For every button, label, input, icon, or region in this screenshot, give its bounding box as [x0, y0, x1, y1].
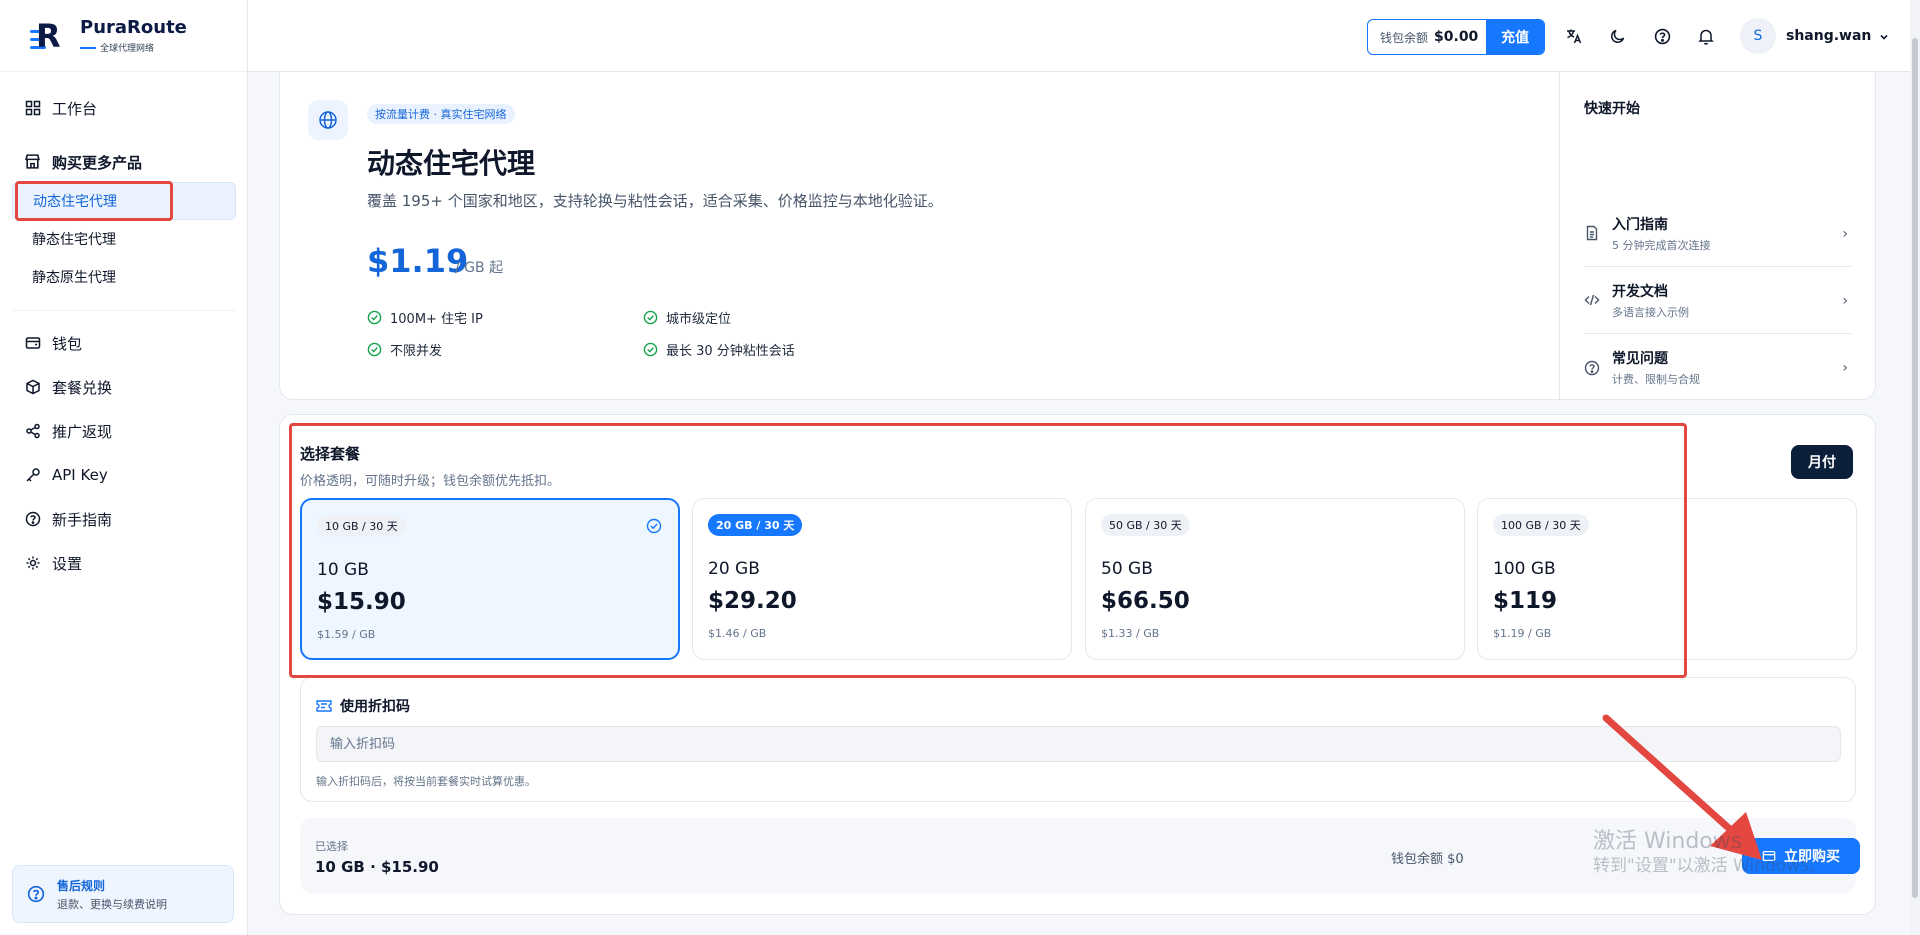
sidebar-item-api-key[interactable]: API Key — [12, 453, 235, 497]
product-overview-card: 按流量计费 · 真实住宅网络 动态住宅代理 覆盖 195+ 个国家和地区，支持轮… — [279, 72, 1876, 400]
gear-icon — [24, 554, 42, 572]
check-circle-icon — [643, 310, 658, 325]
page-title: 动态住宅代理 — [367, 147, 536, 180]
help-circle-icon — [1584, 360, 1600, 375]
quick-start-panel: 快速开始 入门指南 5 分钟完成首次连接 › 开发文档 多语言接入示例 › 常见… — [1559, 72, 1877, 400]
product-tag: 按流量计费 · 真实住宅网络 — [367, 104, 515, 124]
package-icon — [24, 378, 42, 396]
sidebar-item-label: 新手指南 — [52, 510, 113, 529]
support-desc: 退款、更换与续费说明 — [57, 897, 167, 911]
share-icon — [24, 422, 42, 440]
logo[interactable]: R PuraRoute 全球代理网络 — [0, 0, 247, 72]
code-icon — [1584, 294, 1600, 306]
sidebar-item-guide[interactable]: 新手指南 — [12, 497, 235, 541]
check-circle-icon — [643, 342, 658, 357]
quick-start-title: 快速开始 — [1584, 101, 1640, 117]
sidebar-item-label: 设置 — [52, 554, 83, 573]
sidebar-item-workbench[interactable]: 工作台 — [12, 86, 235, 130]
quick-start-item-docs[interactable]: 开发文档 多语言接入示例 › — [1584, 267, 1852, 334]
starting-price: $1.19 — [367, 242, 469, 280]
quick-start-item-faq[interactable]: 常见问题 计费、限制与合规 › — [1584, 334, 1852, 401]
translate-icon[interactable] — [1562, 24, 1586, 48]
summary-label: 已选择 — [315, 840, 348, 853]
user-menu[interactable]: S shang.wan — [1740, 18, 1889, 54]
coupon-hint: 输入折扣码后，将按当前套餐实时试算优惠。 — [316, 775, 536, 788]
annotation-highlight-sidebar — [15, 181, 173, 221]
annotation-highlight-plans — [289, 423, 1687, 678]
sidebar-item-wallet[interactable]: 钱包 — [12, 321, 235, 365]
feature-item: 不限并发 — [367, 340, 442, 359]
app-name: PuraRoute — [80, 17, 187, 38]
bell-icon[interactable] — [1694, 24, 1718, 48]
moon-icon[interactable] — [1606, 24, 1630, 48]
globe-icon — [308, 100, 348, 140]
key-icon — [24, 466, 42, 484]
summary-wallet-balance: 钱包余额 $0 — [1391, 852, 1464, 867]
username: shang.wan — [1786, 28, 1872, 44]
sidebar-item-label: 套餐兑换 — [52, 378, 113, 397]
chevron-down-icon — [1879, 27, 1889, 46]
avatar: S — [1740, 18, 1776, 54]
sidebar-divider — [12, 310, 235, 311]
feature-item: 最长 30 分钟粘性会话 — [643, 340, 795, 359]
scrollbar[interactable] — [1910, 0, 1920, 935]
sidebar-group-buy[interactable]: 购买更多产品 — [12, 142, 235, 182]
sidebar-group-label: 购买更多产品 — [52, 153, 143, 172]
feature-item: 城市级定位 — [643, 308, 731, 327]
windows-activation-watermark: 激活 Windows 转到"设置"以激活 Windows。 — [1593, 829, 1826, 877]
sidebar-item-redeem[interactable]: 套餐兑换 — [12, 365, 235, 409]
sidebar-item-static-native[interactable]: 静态原生代理 — [12, 258, 235, 296]
coupon-title: 使用折扣码 — [340, 699, 410, 715]
after-sales-rules-card[interactable]: 售后规则 退款、更换与续费说明 — [12, 865, 234, 923]
sidebar-item-settings[interactable]: 设置 — [12, 541, 235, 585]
help-circle-icon[interactable] — [1650, 24, 1674, 48]
topbar: 钱包余额 $0.00 充值 S shang.wan — [248, 0, 1920, 72]
ticket-icon — [316, 700, 332, 712]
app-tagline: 全球代理网络 — [100, 44, 155, 54]
support-title: 售后规则 — [57, 878, 106, 893]
product-description: 覆盖 195+ 个国家和地区，支持轮换与粘性会话，适合采集、价格监控与本地化验证… — [367, 192, 943, 210]
wallet-balance-widget: 钱包余额 $0.00 充值 — [1367, 19, 1545, 55]
wallet-label: 钱包余额 — [1380, 30, 1429, 45]
sidebar-item-referral[interactable]: 推广返现 — [12, 409, 235, 453]
check-circle-icon — [367, 342, 382, 357]
summary-selection: 10 GB · $15.90 — [315, 858, 439, 876]
help-circle-icon — [27, 885, 45, 903]
feature-item: 100M+ 住宅 IP — [367, 308, 483, 327]
check-circle-icon — [367, 310, 382, 325]
price-unit: / GB 起 — [455, 260, 504, 276]
billing-monthly-toggle[interactable]: 月付 — [1791, 445, 1853, 479]
grid-icon — [24, 99, 42, 117]
sidebar-item-label: API Key — [52, 466, 108, 484]
sidebar-item-label: 钱包 — [52, 334, 83, 353]
help-circle-icon — [24, 510, 42, 528]
sidebar-item-static-residential[interactable]: 静态住宅代理 — [12, 220, 235, 258]
logo-icon: R — [30, 18, 66, 54]
sidebar-item-label: 工作台 — [52, 99, 98, 118]
chevron-right-icon: › — [1842, 226, 1848, 242]
wallet-amount: $0.00 — [1434, 29, 1479, 45]
chevron-right-icon: › — [1842, 293, 1848, 309]
quick-start-item-getting-started[interactable]: 入门指南 5 分钟完成首次连接 › — [1584, 200, 1852, 267]
recharge-button[interactable]: 充值 — [1486, 20, 1544, 54]
sidebar: R PuraRoute 全球代理网络 工作台 购买更多产品 动态住宅代理 静态住… — [0, 0, 248, 935]
sidebar-item-label: 推广返现 — [52, 422, 113, 441]
document-icon — [1586, 225, 1598, 241]
wallet-icon — [24, 334, 42, 352]
chevron-right-icon: › — [1842, 360, 1848, 376]
store-icon — [24, 153, 42, 171]
